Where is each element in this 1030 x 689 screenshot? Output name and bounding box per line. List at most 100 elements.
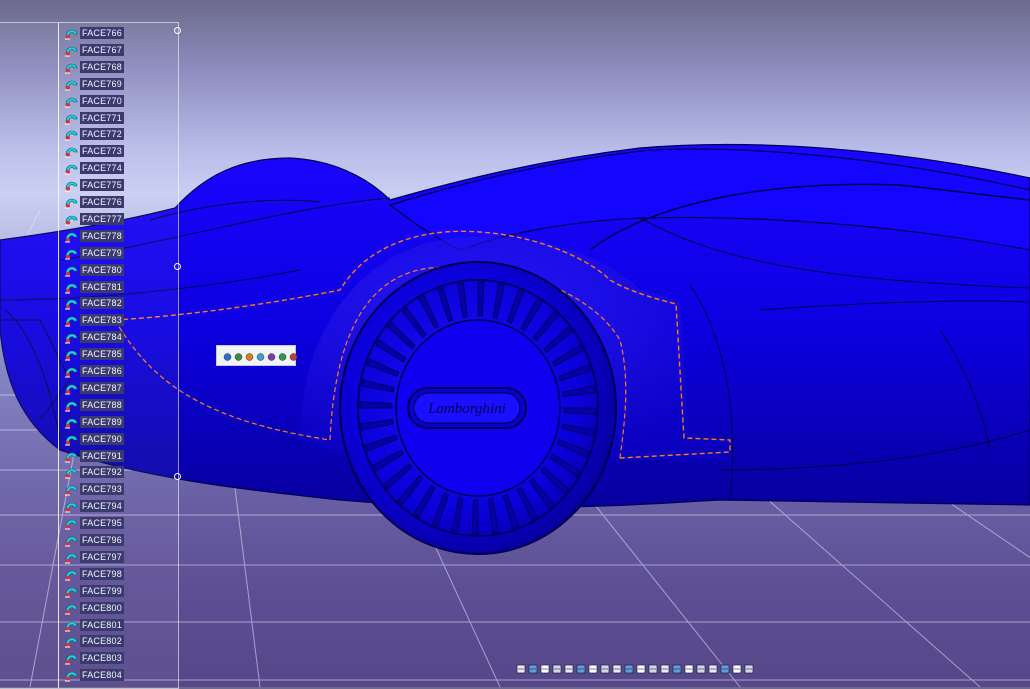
fx-formula-icon[interactable] — [540, 662, 550, 674]
tree-scroll-mid-handle[interactable] — [174, 263, 181, 270]
face-surface-icon — [64, 568, 78, 581]
normal-view-icon[interactable] — [278, 350, 287, 362]
cube-icon[interactable] — [564, 662, 574, 674]
tree-item-face[interactable]: FACE780 — [64, 263, 124, 277]
face-surface-icon — [64, 365, 78, 378]
normal-view-icon[interactable] — [648, 662, 658, 674]
rotate-icon[interactable] — [234, 350, 243, 362]
tree-item-face[interactable]: FACE799 — [64, 584, 124, 598]
mini-toolbar[interactable] — [216, 345, 298, 366]
tree-item-face[interactable]: FACE798 — [64, 567, 124, 581]
lock-icon[interactable] — [720, 662, 730, 674]
tree-item-face[interactable]: FACE782 — [64, 296, 124, 310]
face-surface-icon — [64, 635, 78, 648]
tree-item-face[interactable]: FACE781 — [64, 280, 124, 294]
fly-mode-icon[interactable] — [223, 350, 232, 362]
tree-item-face[interactable]: FACE802 — [64, 634, 124, 648]
tree-item-face[interactable]: FACE791 — [64, 449, 124, 463]
tree-item-face[interactable]: FACE771 — [64, 111, 124, 125]
tree-item-label: FACE795 — [80, 517, 124, 530]
tree-item-label: FACE769 — [80, 77, 124, 90]
face-surface-icon — [64, 196, 78, 209]
face-surface-icon — [64, 348, 78, 361]
chat-icon[interactable] — [552, 662, 562, 674]
tree-item-face[interactable]: FACE792 — [64, 465, 124, 479]
shading-icon[interactable] — [684, 662, 694, 674]
tree-item-face[interactable]: FACE767 — [64, 43, 124, 57]
tree-item-face[interactable]: FACE769 — [64, 77, 124, 91]
tree-item-label: FACE788 — [80, 398, 124, 411]
tree-item-face[interactable]: FACE800 — [64, 601, 124, 615]
tree-item-label: FACE767 — [80, 43, 124, 56]
sketcher-icon[interactable] — [744, 662, 754, 674]
tree-scroll-top-handle[interactable] — [174, 27, 181, 34]
face-surface-icon — [64, 551, 78, 564]
zoom-in-icon[interactable] — [624, 662, 634, 674]
tree-item-face[interactable]: FACE795 — [64, 516, 124, 530]
tree-item-label: FACE799 — [80, 584, 124, 597]
tree-item-face[interactable]: FACE793 — [64, 482, 124, 496]
multi-view-icon[interactable] — [289, 350, 298, 362]
face-surface-icon — [64, 450, 78, 462]
face-surface-icon — [64, 416, 78, 429]
tree-item-face[interactable]: FACE788 — [64, 398, 124, 412]
specification-tree[interactable]: FACE766 FACE767 FACE768 FACE769 FACE770 FACE7… — [0, 22, 181, 689]
tree-scroll-lower-handle[interactable] — [174, 473, 181, 480]
tree-item-face[interactable]: FACE778 — [64, 229, 124, 243]
tree-item-face[interactable]: FACE773 — [64, 144, 124, 158]
tree-item-face[interactable]: FACE766 — [64, 26, 124, 40]
tree-item-face[interactable]: FACE779 — [64, 246, 124, 260]
tree-item-face[interactable]: FACE784 — [64, 330, 124, 344]
tree-item-label: FACE796 — [80, 534, 124, 546]
swap-visible-icon[interactable] — [708, 662, 718, 674]
iso-view-icon[interactable] — [660, 662, 670, 674]
tree-item-label: FACE798 — [80, 567, 124, 580]
gear-icon[interactable] — [576, 662, 586, 674]
wheel[interactable]: Lamborghini — [339, 261, 617, 555]
tree-item-label: FACE801 — [80, 618, 124, 631]
tree-item-face[interactable]: FACE801 — [64, 618, 124, 632]
tree-item-face[interactable]: FACE786 — [64, 364, 124, 378]
select-icon[interactable] — [516, 662, 526, 674]
tree-item-label: FACE774 — [80, 162, 124, 175]
rotate-icon[interactable] — [612, 662, 622, 674]
tree-connector-line — [58, 23, 59, 688]
pan-icon[interactable] — [600, 662, 610, 674]
zoom-out-icon[interactable] — [636, 662, 646, 674]
view-mode-icon[interactable] — [672, 662, 682, 674]
tree-item-face[interactable]: FACE790 — [64, 432, 124, 446]
tree-item-face[interactable]: FACE785 — [64, 347, 124, 361]
grid-icon[interactable] — [732, 662, 742, 674]
tree-item-face[interactable]: FACE777 — [64, 212, 124, 226]
face-surface-icon — [64, 331, 78, 344]
tree-item-label: FACE800 — [80, 601, 124, 614]
fit-all-icon[interactable] — [588, 662, 598, 674]
zoom-in-icon[interactable] — [256, 350, 265, 362]
tree-item-label: FACE790 — [80, 432, 124, 445]
tree-item-face[interactable]: FACE772 — [64, 127, 124, 141]
face-surface-icon — [64, 213, 78, 226]
face-surface-icon — [64, 602, 78, 615]
tree-item-face[interactable]: FACE789 — [64, 415, 124, 429]
zoom-out-icon[interactable] — [267, 350, 276, 362]
tree-item-face[interactable]: FACE768 — [64, 60, 124, 74]
tree-item-label: FACE780 — [80, 263, 124, 276]
tree-item-face[interactable]: FACE774 — [64, 161, 124, 175]
pan-icon[interactable] — [245, 350, 254, 362]
tree-item-label: FACE794 — [80, 500, 124, 513]
bottom-toolbar[interactable] — [516, 659, 800, 676]
face-surface-icon — [64, 44, 78, 57]
tree-item-face[interactable]: FACE797 — [64, 550, 124, 564]
edit-icon[interactable] — [528, 662, 538, 674]
tree-item-face[interactable]: FACE794 — [64, 499, 124, 513]
tree-item-face[interactable]: FACE803 — [64, 651, 124, 665]
tree-item-face[interactable]: FACE796 — [64, 533, 124, 547]
tree-item-face[interactable]: FACE770 — [64, 94, 124, 108]
tree-item-face[interactable]: FACE775 — [64, 178, 124, 192]
tree-item-face[interactable]: FACE787 — [64, 381, 124, 395]
hide-show-icon[interactable] — [696, 662, 706, 674]
face-surface-icon — [64, 466, 78, 479]
tree-item-face[interactable]: FACE776 — [64, 195, 124, 209]
tree-item-face[interactable]: FACE804 — [64, 668, 124, 682]
tree-item-face[interactable]: FACE783 — [64, 313, 124, 327]
